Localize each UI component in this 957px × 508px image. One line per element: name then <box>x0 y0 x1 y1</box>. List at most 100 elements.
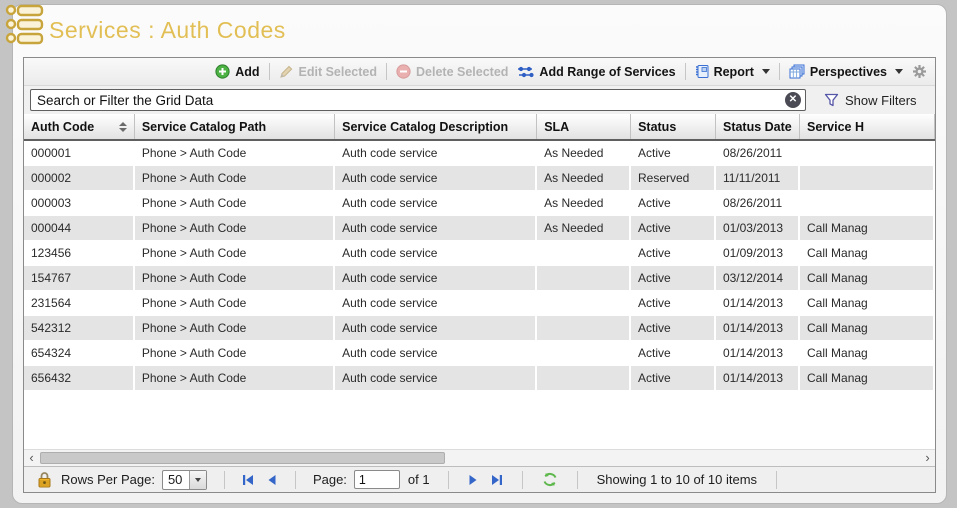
previous-page-button[interactable] <box>266 474 278 486</box>
table-row[interactable]: 654324Phone > Auth CodeAuth code service… <box>24 341 935 366</box>
table-row[interactable]: 656432Phone > Auth CodeAuth code service… <box>24 366 935 391</box>
table-cell: Phone > Auth Code <box>135 166 335 190</box>
table-cell: Call Manag <box>800 316 935 340</box>
first-page-icon <box>242 474 254 486</box>
horizontal-scrollbar[interactable]: ‹ › <box>24 449 935 466</box>
table-cell: Auth code service <box>335 141 537 165</box>
select-chevron-icon <box>189 471 206 489</box>
table-row[interactable]: 154767Phone > Auth CodeAuth code service… <box>24 266 935 291</box>
table-cell: Auth code service <box>335 266 537 290</box>
data-grid: Add Edit Selected Delete Selected <box>23 57 936 493</box>
settings-gear-button[interactable] <box>912 64 927 79</box>
table-row[interactable]: 000002Phone > Auth CodeAuth code service… <box>24 166 935 191</box>
refresh-button[interactable] <box>542 472 558 487</box>
rows-per-page-label: Rows Per Page: <box>61 472 155 487</box>
table-cell: 08/26/2011 <box>716 141 800 165</box>
grid-toolbar: Add Edit Selected Delete Selected <box>24 58 935 86</box>
table-cell: 654324 <box>24 341 135 365</box>
table-cell: Active <box>631 366 716 390</box>
report-button[interactable]: Report <box>695 64 770 79</box>
table-header: Auth Code Service Catalog Path Service C… <box>24 114 935 141</box>
column-header-status[interactable]: Status <box>631 114 716 139</box>
column-header-status-date[interactable]: Status Date <box>716 114 800 139</box>
table-body: 000001Phone > Auth CodeAuth code service… <box>24 141 935 449</box>
scroll-right-icon[interactable]: › <box>920 450 935 466</box>
delete-selected-button[interactable]: Delete Selected <box>396 64 508 79</box>
gear-icon <box>912 64 927 79</box>
table-cell: Phone > Auth Code <box>135 191 335 215</box>
table-cell: 03/12/2014 <box>716 266 800 290</box>
table-cell: 01/14/2013 <box>716 316 800 340</box>
perspectives-layers-icon <box>789 64 805 79</box>
table-cell <box>800 166 935 190</box>
rows-per-page-select[interactable]: 50 <box>162 470 207 490</box>
table-cell: Active <box>631 216 716 240</box>
lock-icon <box>37 471 52 488</box>
table-cell: Auth code service <box>335 366 537 390</box>
separator <box>224 471 225 489</box>
edit-selected-button[interactable]: Edit Selected <box>279 65 378 79</box>
filter-funnel-icon <box>824 93 839 107</box>
table-row[interactable]: 000001Phone > Auth CodeAuth code service… <box>24 141 935 166</box>
table-cell: As Needed <box>537 216 631 240</box>
table-cell: Auth code service <box>335 166 537 190</box>
column-header-sla[interactable]: SLA <box>537 114 631 139</box>
last-page-button[interactable] <box>491 474 503 486</box>
table-cell: Call Manag <box>800 291 935 315</box>
add-button-label: Add <box>235 65 259 79</box>
table-row[interactable]: 231564Phone > Auth CodeAuth code service… <box>24 291 935 316</box>
scrollbar-thumb[interactable] <box>40 452 445 464</box>
table-cell: Phone > Auth Code <box>135 341 335 365</box>
separator <box>779 63 780 80</box>
table-row[interactable]: 542312Phone > Auth CodeAuth code service… <box>24 316 935 341</box>
column-header-service-catalog-path[interactable]: Service Catalog Path <box>135 114 335 139</box>
table-cell: Auth code service <box>335 191 537 215</box>
previous-page-icon <box>266 474 278 486</box>
table-cell <box>537 316 631 340</box>
table-cell: 01/14/2013 <box>716 341 800 365</box>
table-cell: Call Manag <box>800 266 935 290</box>
first-page-button[interactable] <box>242 474 254 486</box>
table-row[interactable]: 000044Phone > Auth CodeAuth code service… <box>24 216 935 241</box>
separator <box>685 63 686 80</box>
last-page-icon <box>491 474 503 486</box>
search-input[interactable] <box>30 89 806 111</box>
delete-minus-icon <box>396 64 411 79</box>
table-cell: Call Manag <box>800 216 935 240</box>
table-cell: 000002 <box>24 166 135 190</box>
add-range-button[interactable]: Add Range of Services <box>517 65 675 79</box>
table-cell: Phone > Auth Code <box>135 291 335 315</box>
table-cell: 08/26/2011 <box>716 191 800 215</box>
clear-search-icon[interactable]: ✕ <box>785 92 801 108</box>
sort-icon[interactable] <box>119 122 127 132</box>
add-button[interactable]: Add <box>215 64 259 79</box>
pencil-icon <box>279 65 294 79</box>
table-cell: Active <box>631 191 716 215</box>
perspectives-button[interactable]: Perspectives <box>789 64 903 79</box>
perspectives-label: Perspectives <box>810 65 887 79</box>
table-row[interactable]: 123456Phone > Auth CodeAuth code service… <box>24 241 935 266</box>
table-cell <box>537 341 631 365</box>
next-page-button[interactable] <box>467 474 479 486</box>
table-cell <box>537 241 631 265</box>
separator <box>295 471 296 489</box>
table-cell: Active <box>631 341 716 365</box>
column-header-auth-code[interactable]: Auth Code <box>24 114 135 139</box>
table-cell <box>800 191 935 215</box>
edit-selected-label: Edit Selected <box>299 65 378 79</box>
table-cell: Call Manag <box>800 341 935 365</box>
table-cell: 542312 <box>24 316 135 340</box>
table-cell: 01/14/2013 <box>716 291 800 315</box>
column-header-service-host[interactable]: Service H <box>800 114 935 139</box>
table-cell <box>537 366 631 390</box>
table-cell: Phone > Auth Code <box>135 366 335 390</box>
scroll-left-icon[interactable]: ‹ <box>24 450 39 466</box>
column-header-service-catalog-description[interactable]: Service Catalog Description <box>335 114 537 139</box>
search-row: ✕ Show Filters <box>24 86 935 114</box>
separator <box>386 63 387 80</box>
table-row[interactable]: 000003Phone > Auth CodeAuth code service… <box>24 191 935 216</box>
page-number-input[interactable] <box>354 470 400 489</box>
delete-selected-label: Delete Selected <box>416 65 508 79</box>
show-filters-button[interactable]: Show Filters <box>824 93 917 108</box>
next-page-icon <box>467 474 479 486</box>
